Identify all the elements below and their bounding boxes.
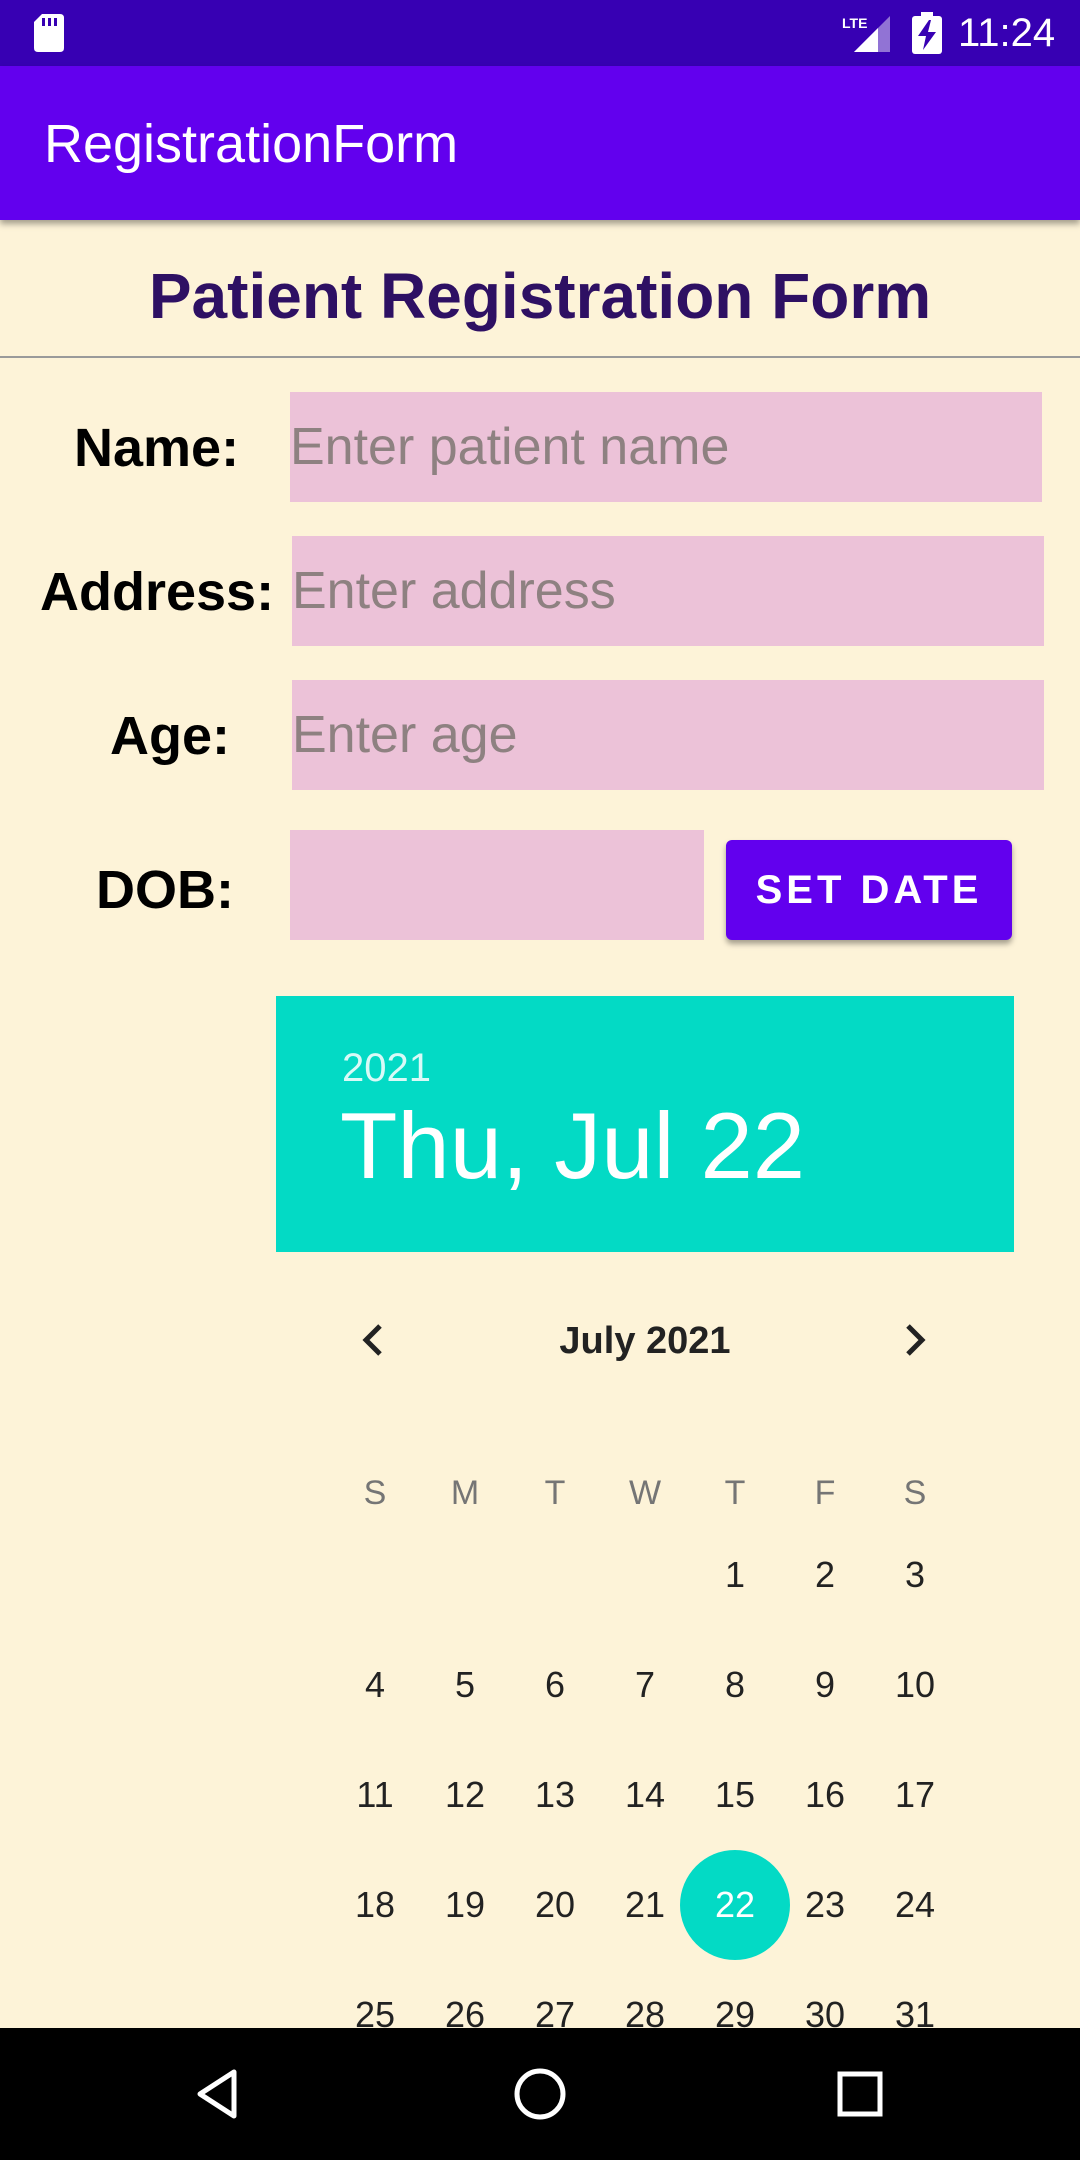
weekday-label: F (814, 1474, 836, 1512)
picker-selected-date[interactable]: Thu, Jul 22 (340, 1096, 805, 1196)
calendar-day[interactable]: 26 (420, 1960, 510, 2028)
set-date-button[interactable]: SET DATE (726, 840, 1012, 940)
form-title: Patient Registration Form (148, 260, 932, 332)
calendar-day[interactable]: 5 (420, 1630, 510, 1740)
clock: 11:24 (958, 11, 1056, 55)
calendar-day[interactable]: 3 (870, 1520, 960, 1630)
age-input[interactable]: Enter age (292, 680, 1044, 790)
calendar-day[interactable]: 31 (870, 1960, 960, 2028)
status-bar: LTE 11:24 (0, 0, 1080, 66)
calendar-day[interactable]: 13 (510, 1740, 600, 1850)
dob-input[interactable] (290, 830, 704, 940)
home-icon[interactable] (510, 2064, 570, 2124)
calendar-day[interactable]: 1 (690, 1520, 780, 1630)
weekday-label: T (544, 1474, 566, 1512)
battery-charging-icon (912, 12, 942, 54)
calendar-day[interactable]: 11 (330, 1740, 420, 1850)
network-type-label: LTE (842, 15, 867, 31)
calendar-day[interactable]: 9 (780, 1630, 870, 1740)
calendar-day[interactable]: 19 (420, 1850, 510, 1960)
form-content: Patient Registration Form Name: Enter pa… (0, 220, 1080, 2028)
calendar-day[interactable]: 21 (600, 1850, 690, 1960)
name-label: Name: (74, 418, 240, 478)
calendar-day[interactable]: 12 (420, 1740, 510, 1850)
app-bar: RegistrationForm (0, 66, 1080, 220)
calendar-day[interactable]: 17 (870, 1740, 960, 1850)
weekday-label: T (724, 1474, 746, 1512)
calendar-day-selected[interactable]: 22 (680, 1850, 790, 1960)
calendar-day[interactable]: 20 (510, 1850, 600, 1960)
calendar-day[interactable]: 28 (600, 1960, 690, 2028)
picker-year[interactable]: 2021 (342, 1046, 431, 1091)
calendar-day[interactable]: 4 (330, 1630, 420, 1740)
calendar-day[interactable]: 29 (690, 1960, 780, 2028)
weekday-label: W (628, 1474, 662, 1512)
calendar-day[interactable]: 8 (690, 1630, 780, 1740)
calendar-day[interactable]: 23 (780, 1850, 870, 1960)
address-label: Address: (40, 562, 275, 622)
calendar-day[interactable]: 16 (780, 1740, 870, 1850)
title-divider (0, 356, 1080, 358)
age-label: Age: (110, 706, 230, 766)
chevron-right-icon[interactable] (884, 1310, 944, 1370)
calendar-month-title: July 2021 (559, 1320, 731, 1362)
app-title: RegistrationForm (44, 114, 459, 174)
calendar-day[interactable]: 6 (510, 1630, 600, 1740)
chevron-left-icon[interactable] (344, 1310, 404, 1370)
navigation-bar (0, 2028, 1080, 2160)
date-picker-header: 2021 Thu, Jul 22 (276, 996, 1014, 1252)
calendar-day[interactable]: 27 (510, 1960, 600, 2028)
calendar-day[interactable]: 7 (600, 1630, 690, 1740)
weekday-label: S (363, 1474, 387, 1512)
weekday-label: S (903, 1474, 927, 1512)
name-input[interactable]: Enter patient name (290, 392, 1042, 502)
calendar-day[interactable]: 10 (870, 1630, 960, 1740)
dob-label: DOB: (96, 860, 234, 920)
weekday-label: M (450, 1474, 480, 1512)
calendar-day[interactable]: 2 (780, 1520, 870, 1630)
calendar-day[interactable]: 24 (870, 1850, 960, 1960)
calendar-day[interactable]: 15 (690, 1740, 780, 1850)
signal-icon: LTE (842, 15, 890, 52)
calendar-day[interactable]: 25 (330, 1960, 420, 2028)
calendar-day[interactable]: 30 (780, 1960, 870, 2028)
calendar-day[interactable]: 18 (330, 1850, 420, 1960)
sd-card-icon (34, 14, 64, 52)
back-icon[interactable] (190, 2064, 250, 2124)
address-input[interactable]: Enter address (292, 536, 1044, 646)
calendar-day[interactable]: 14 (600, 1740, 690, 1850)
recents-icon[interactable] (830, 2064, 890, 2124)
